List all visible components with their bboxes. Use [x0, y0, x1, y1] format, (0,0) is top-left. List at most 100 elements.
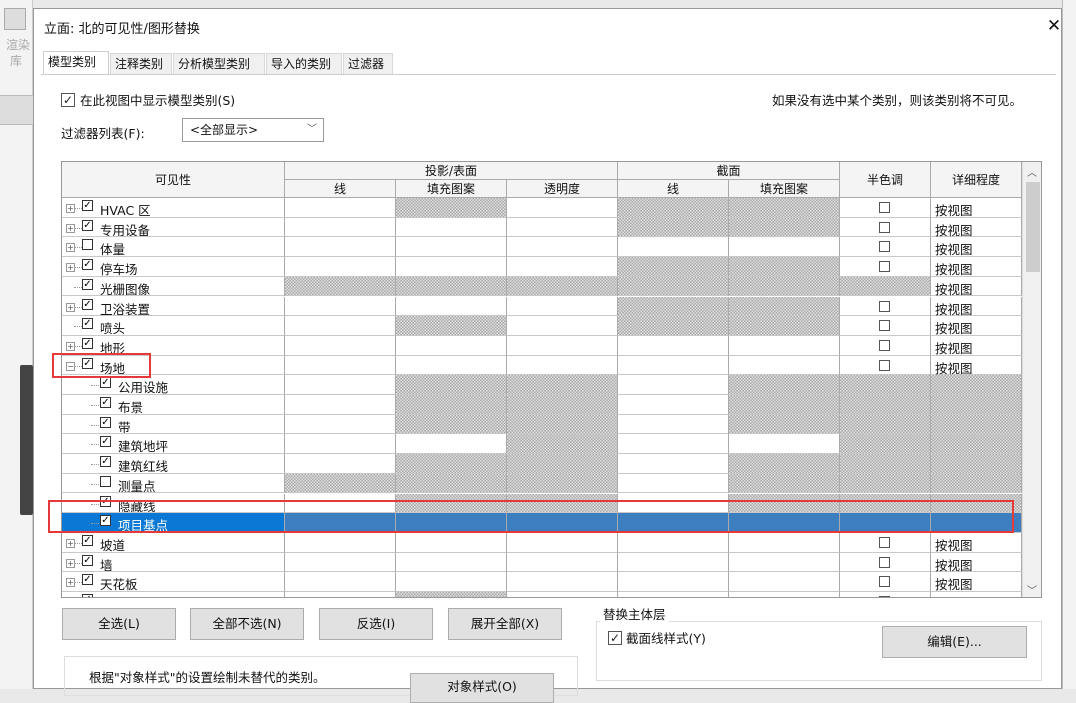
- expand-icon[interactable]: +: [66, 302, 75, 312]
- proj-transparency-cell[interactable]: [507, 257, 618, 277]
- proj-transparency-cell[interactable]: [507, 237, 618, 258]
- category-cell[interactable]: ✓ 建筑地坪: [62, 434, 285, 455]
- detail-level-cell[interactable]: 按视图: [931, 316, 1022, 336]
- cut-fill-cell[interactable]: [729, 532, 840, 553]
- halftone-cell[interactable]: [840, 493, 931, 514]
- proj-transparency-cell[interactable]: [507, 493, 618, 514]
- proj-transparency-cell[interactable]: [507, 198, 618, 218]
- table-row[interactable]: ✓ 布景: [62, 395, 1022, 415]
- halftone-cell[interactable]: [840, 552, 931, 573]
- visibility-checkbox[interactable]: ✓: [100, 416, 111, 428]
- detail-level-cell[interactable]: 按视图: [931, 335, 1022, 356]
- cut-fill-cell[interactable]: [729, 513, 840, 533]
- halftone-cell[interactable]: [840, 572, 931, 592]
- visibility-checkbox[interactable]: ✓: [82, 554, 93, 566]
- category-cell[interactable]: + ✓ 墙: [62, 552, 285, 573]
- halftone-cell[interactable]: [840, 276, 931, 297]
- proj-transparency-cell[interactable]: [507, 572, 618, 592]
- halftone-checkbox[interactable]: [879, 576, 890, 588]
- proj-line-cell[interactable]: [285, 572, 396, 592]
- visibility-checkbox[interactable]: ✓: [100, 495, 111, 507]
- cut-fill-cell[interactable]: [729, 572, 840, 592]
- cut-line-cell[interactable]: [618, 335, 729, 356]
- proj-transparency-cell[interactable]: [507, 414, 618, 435]
- cut-line-cell[interactable]: [618, 257, 729, 277]
- table-row[interactable]: + ✓ 停车场 按视图: [62, 257, 1022, 277]
- cut-fill-cell[interactable]: [729, 493, 840, 514]
- cut-fill-cell[interactable]: [729, 434, 840, 455]
- detail-level-cell[interactable]: 按视图: [931, 532, 1022, 553]
- proj-line-cell[interactable]: [285, 454, 396, 474]
- proj-fill-cell[interactable]: [396, 257, 507, 277]
- cut-line-cell[interactable]: [618, 592, 729, 597]
- proj-fill-cell[interactable]: [396, 592, 507, 597]
- category-cell[interactable]: +✓: [62, 592, 285, 597]
- detail-level-cell[interactable]: [931, 414, 1022, 435]
- expand-icon[interactable]: +: [66, 243, 75, 253]
- detail-level-cell[interactable]: [931, 592, 1022, 597]
- proj-fill-cell[interactable]: [396, 237, 507, 258]
- visibility-checkbox[interactable]: ✓: [100, 515, 111, 527]
- halftone-cell[interactable]: [840, 257, 931, 277]
- cut-line-cell[interactable]: [618, 237, 729, 258]
- proj-transparency-cell[interactable]: [507, 375, 618, 395]
- proj-fill-cell[interactable]: [396, 572, 507, 592]
- category-cell[interactable]: + ✓ HVAC 区: [62, 198, 285, 218]
- table-row[interactable]: − ✓ 场地 按视图: [62, 355, 1022, 376]
- proj-fill-cell[interactable]: [396, 414, 507, 435]
- tab-2[interactable]: 注释类别: [110, 53, 172, 74]
- proj-fill-cell[interactable]: [396, 532, 507, 553]
- proj-fill-cell[interactable]: [396, 434, 507, 455]
- category-cell[interactable]: + ✓ 地形: [62, 335, 285, 356]
- halftone-cell[interactable]: [840, 473, 931, 494]
- cut-line-cell[interactable]: [618, 572, 729, 592]
- table-row[interactable]: + 体量 按视图: [62, 237, 1022, 257]
- halftone-cell[interactable]: [840, 454, 931, 474]
- table-row[interactable]: + ✓ 墙 按视图: [62, 552, 1022, 573]
- table-row[interactable]: + ✓ 专用设备 按视图: [62, 217, 1022, 238]
- detail-level-cell[interactable]: 按视图: [931, 572, 1022, 592]
- category-cell[interactable]: + ✓ 停车场: [62, 257, 285, 277]
- collapse-icon[interactable]: −: [66, 361, 75, 371]
- halftone-cell[interactable]: [840, 434, 931, 455]
- category-cell[interactable]: ✓ 光栅图像: [62, 276, 285, 297]
- cut-fill-cell[interactable]: [729, 592, 840, 597]
- detail-level-cell[interactable]: [931, 375, 1022, 395]
- scroll-up-icon[interactable]: ︿: [1027, 164, 1037, 179]
- cut-fill-cell[interactable]: [729, 335, 840, 356]
- proj-line-cell[interactable]: [285, 316, 396, 336]
- cut-line-styles-checkbox[interactable]: ✓ 截面线样式(Y): [608, 628, 706, 647]
- proj-transparency-cell[interactable]: [507, 513, 618, 533]
- cut-fill-cell[interactable]: [729, 276, 840, 297]
- close-icon[interactable]: ✕: [1040, 13, 1068, 39]
- table-row[interactable]: ✓ 隐藏线: [62, 493, 1022, 514]
- cut-line-cell[interactable]: [618, 296, 729, 317]
- proj-line-cell[interactable]: [285, 532, 396, 553]
- table-row[interactable]: +✓: [62, 592, 1022, 597]
- proj-line-cell[interactable]: [285, 592, 396, 597]
- halftone-cell[interactable]: [840, 296, 931, 317]
- detail-level-cell[interactable]: [931, 513, 1022, 533]
- cut-fill-cell[interactable]: [729, 375, 840, 395]
- visibility-checkbox[interactable]: ✓: [82, 534, 93, 546]
- halftone-checkbox[interactable]: [879, 261, 890, 273]
- expand-all-button[interactable]: 展开全部(X): [448, 608, 562, 640]
- proj-fill-cell[interactable]: [396, 493, 507, 514]
- tab-5[interactable]: 过滤器: [343, 53, 393, 74]
- proj-fill-cell[interactable]: [396, 316, 507, 336]
- proj-line-cell[interactable]: [285, 276, 396, 297]
- visibility-checkbox[interactable]: ✓: [82, 357, 93, 369]
- proj-fill-cell[interactable]: [396, 513, 507, 533]
- proj-transparency-cell[interactable]: [507, 473, 618, 494]
- table-row[interactable]: ✓ 喷头 按视图: [62, 316, 1022, 336]
- expand-icon[interactable]: +: [66, 263, 75, 273]
- proj-line-cell[interactable]: [285, 434, 396, 455]
- cut-fill-cell[interactable]: [729, 296, 840, 317]
- scroll-down-icon[interactable]: ﹀: [1027, 582, 1037, 597]
- halftone-cell[interactable]: [840, 513, 931, 533]
- table-row[interactable]: + ✓ HVAC 区 按视图: [62, 198, 1022, 218]
- halftone-checkbox[interactable]: [879, 596, 890, 597]
- checkbox-icon[interactable]: ✓: [608, 630, 622, 645]
- halftone-checkbox[interactable]: [879, 359, 890, 371]
- proj-transparency-cell[interactable]: [507, 276, 618, 297]
